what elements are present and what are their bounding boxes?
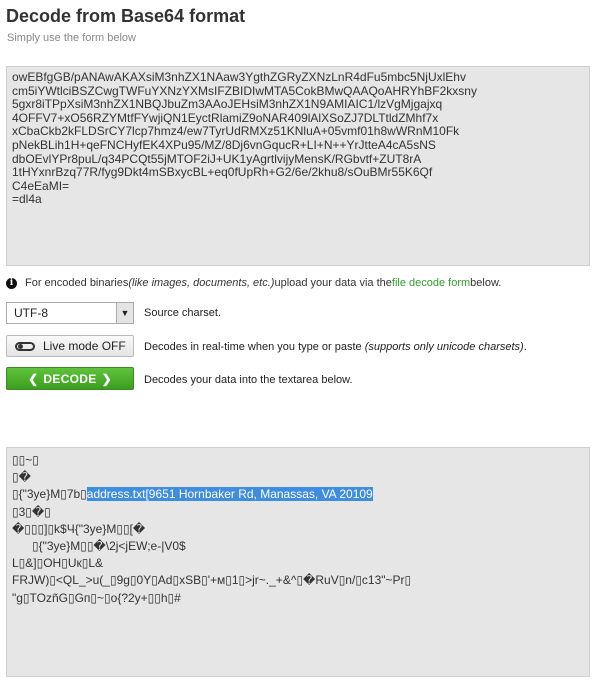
info-text-suffix: below. — [470, 277, 502, 289]
chevron-right-icon: ❯ — [101, 371, 112, 386]
info-icon: i — [6, 277, 17, 289]
decode-button[interactable]: ❮ DECODE ❯ — [6, 367, 134, 390]
source-line: 1tHYxnrBzq77R/fyg9Dkt4mSBxycBL+eq0fUpRh+… — [12, 165, 433, 180]
output-line: L▯&]▯OH▯Uк▯L& — [12, 556, 104, 571]
output-line: FRJW)▯<QL_>u(_▯9g▯0Y▯Ad▯xSB▯'+м▯1▯>jr~._… — [12, 573, 412, 588]
source-textarea[interactable]: owEBfgGB/pANAwAKAXsiM3nhZX1NAaw3YgthZGRy… — [6, 66, 590, 266]
page-title: Decode from Base64 format — [6, 6, 246, 26]
output-line: �▯▯▯]▯k$Ч{"3ye}M▯▯[� — [12, 521, 146, 536]
live-mode-description-end: . — [523, 341, 527, 353]
page-subtitle: Simply use the form below — [7, 32, 136, 44]
toggle-off-icon — [15, 341, 35, 351]
source-line: 5gxr8iTPpXsiM3nhZX1NBQJbuZm3AAoJEHsiM3nh… — [12, 97, 443, 112]
selected-text-highlight: address.txt[9651 Hornbaker Rd, Manassas,… — [86, 487, 373, 502]
decode-button-label: DECODE — [43, 371, 97, 386]
output-line: ▯3▯�▯ — [12, 504, 51, 519]
live-mode-label: Live mode OFF — [43, 339, 126, 353]
chevron-left-icon: ❮ — [28, 371, 39, 386]
output-line: ▯▯~▯ — [12, 453, 39, 467]
source-line: xCbaCkb2kFLDSrCY7lcp7hmz4/ew7TyrUdRMXz51… — [12, 124, 460, 139]
info-text-prefix: For encoded binaries — [25, 277, 129, 289]
decode-description: Decodes your data into the textarea belo… — [144, 374, 353, 386]
live-mode-description: Decodes in real-time when you type or pa… — [144, 341, 527, 353]
output-line: ▯� — [12, 470, 31, 485]
file-decode-form-link[interactable]: file decode form — [392, 277, 470, 289]
output-textarea[interactable]: ▯▯~▯ ▯� ▯{"3ye}M▯7b▯address.txt[9651 Hor… — [6, 447, 590, 677]
info-text-middle: upload your data via the — [274, 277, 392, 289]
output-line: "g▯TOzñG▯Gп▯~▯o{?2y+▯▯h▯# — [12, 590, 181, 605]
output-line: ▯{"3ye}M▯7b▯address.txt[9651 Hornbaker R… — [12, 486, 584, 503]
output-line: ▯{"3ye}M▯▯�\2j<jEW;e-|V0$ — [32, 539, 186, 554]
source-line: =dl4a — [12, 192, 42, 207]
live-mode-description-emphasis: (supports only unicode charsets) — [364, 341, 524, 353]
source-line: C4eEaMI= — [12, 178, 70, 193]
charset-label: Source charset. — [144, 307, 222, 319]
dropdown-arrow-icon[interactable]: ▼ — [116, 303, 133, 323]
info-text-emphasis: (like images, documents, etc.) — [128, 277, 275, 289]
output-line-prefix: ▯{"3ye}M▯7b▯ — [12, 487, 87, 502]
source-line: pNekBLih1H+qeFNCHyfEK4XPu95/MZ/8Dj6vnGqu… — [12, 137, 436, 152]
binary-info-row: i For encoded binaries (like images, doc… — [6, 277, 501, 289]
source-line: dbOEvlYPr8puL/q34PCQt55jMTOF2iJ+UK1yAgrt… — [12, 151, 422, 166]
live-mode-button[interactable]: Live mode OFF — [6, 335, 134, 357]
live-mode-description-text: Decodes in real-time when you type or pa… — [144, 341, 365, 353]
source-line: owEBfgGB/pANAwAKAXsiM3nhZX1NAaw3YgthZGRy… — [12, 70, 466, 84]
charset-selected-value: UTF-8 — [14, 306, 48, 320]
source-line: cm5iYWtlciBSZCwgTWFuYXNzYXMsIFZBIDIwMTA5… — [12, 83, 477, 98]
charset-select[interactable]: UTF-8 ▼ — [6, 302, 134, 324]
source-line: 4OFFV7+xO56RZYMtfFYwjiQN1EyctRlamiZ9oNAR… — [12, 110, 439, 125]
